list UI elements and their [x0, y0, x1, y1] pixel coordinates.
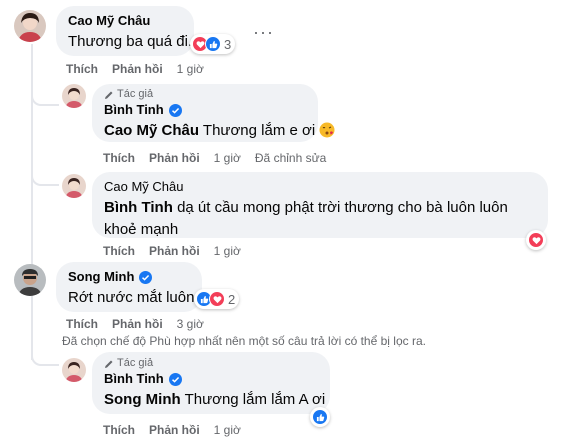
reaction-count: 2 [228, 291, 236, 307]
comment-text: Rớt nước mắt luôn [68, 289, 195, 306]
comment-actions: Thích Phản hồi 1 giờ [66, 62, 218, 76]
comment-text: Thương ba quá đi. [68, 33, 193, 50]
avatar[interactable] [14, 10, 46, 42]
comment-text: Thương lắm e ơi [202, 122, 316, 139]
pencil-icon [105, 360, 113, 368]
like-icon [312, 409, 328, 425]
like-icon [205, 36, 221, 52]
comment-author[interactable]: Song Minh [68, 269, 134, 285]
reply-button[interactable]: Phản hồi [112, 317, 163, 331]
mention-tag[interactable]: Song Minh [104, 391, 181, 408]
more-options-icon[interactable]: ··· [253, 23, 274, 41]
reply-button[interactable]: Phản hồi [149, 244, 200, 258]
reply-button[interactable]: Phản hồi [149, 151, 200, 165]
reply-actions: Thích Phản hồi 1 giờ [103, 244, 255, 258]
verified-badge-icon [139, 270, 153, 284]
pencil-icon [105, 91, 113, 99]
mention-tag[interactable]: Cao Mỹ Châu [104, 122, 199, 139]
timestamp[interactable]: 3 giờ [177, 317, 204, 331]
like-button[interactable]: Thích [103, 423, 135, 437]
reaction-summary[interactable]: 2 [194, 289, 240, 309]
reaction-count: 3 [224, 36, 232, 52]
reaction-summary[interactable] [526, 230, 546, 250]
timestamp[interactable]: 1 giờ [214, 244, 241, 258]
comment-author[interactable]: Bình Tinh [104, 371, 164, 387]
reply-bubble: Tác giả Bình Tinh Cao Mỹ Châu Thương lắm… [92, 84, 335, 142]
reply-button[interactable]: Phản hồi [112, 62, 163, 76]
comment-author[interactable]: Bình Tinh [104, 102, 164, 118]
avatar[interactable] [14, 264, 46, 296]
like-button[interactable]: Thích [66, 62, 98, 76]
heart-icon [209, 291, 225, 307]
thread-connector [31, 160, 59, 186]
timestamp[interactable]: 1 giờ [214, 151, 241, 165]
edited-label[interactable]: Đã chỉnh sửa [255, 151, 326, 165]
avatar[interactable] [62, 358, 86, 382]
reaction-summary[interactable]: 3 [190, 34, 236, 54]
comment-author[interactable]: Cao Mỹ Châu [104, 179, 536, 195]
heart-icon [528, 232, 544, 248]
like-button[interactable]: Thích [103, 151, 135, 165]
comment-text: dạ út cầu mong phật trời thương cho bà l… [177, 199, 508, 216]
verified-badge-icon [168, 103, 182, 117]
author-badge: Tác giả [104, 357, 318, 370]
thread-connector [31, 340, 59, 366]
like-button[interactable]: Thích [66, 317, 98, 331]
comment-bubble: Song Minh Rớt nước mắt luôn [56, 262, 202, 312]
comment-text: khoẻ mạnh [104, 221, 179, 238]
comment-author[interactable]: Cao Mỹ Châu [68, 13, 182, 29]
thread-connector [31, 80, 59, 106]
comment-text: Thương lắm lắm A ơi [184, 391, 326, 408]
reply-actions: Thích Phản hồi 1 giờ [103, 423, 255, 437]
reply-bubble: Cao Mỹ Châu Bình Tinh dạ út cầu mong phậ… [92, 172, 548, 238]
reaction-summary[interactable] [310, 407, 330, 427]
reply-button[interactable]: Phản hồi [149, 423, 200, 437]
avatar[interactable] [62, 174, 86, 198]
avatar[interactable] [62, 84, 86, 108]
timestamp[interactable]: 1 giờ [177, 62, 204, 76]
reply-bubble: Tác giả Bình Tinh Song Minh Thương lắm l… [92, 352, 330, 414]
mention-tag[interactable]: Bình Tinh [104, 199, 173, 216]
comment-actions: Thích Phản hồi 3 giờ [66, 317, 218, 331]
reply-actions: Thích Phản hồi 1 giờ Đã chỉnh sửa [103, 151, 340, 165]
author-badge: Tác giả [104, 88, 306, 101]
comment-bubble: Cao Mỹ Châu Thương ba quá đi. [56, 6, 194, 56]
timestamp[interactable]: 1 giờ [214, 423, 241, 437]
kissing-face-icon [319, 122, 335, 138]
filter-notice: Đã chọn chế độ Phù hợp nhất nên một số c… [62, 334, 426, 348]
verified-badge-icon [168, 372, 182, 386]
like-button[interactable]: Thích [103, 244, 135, 258]
